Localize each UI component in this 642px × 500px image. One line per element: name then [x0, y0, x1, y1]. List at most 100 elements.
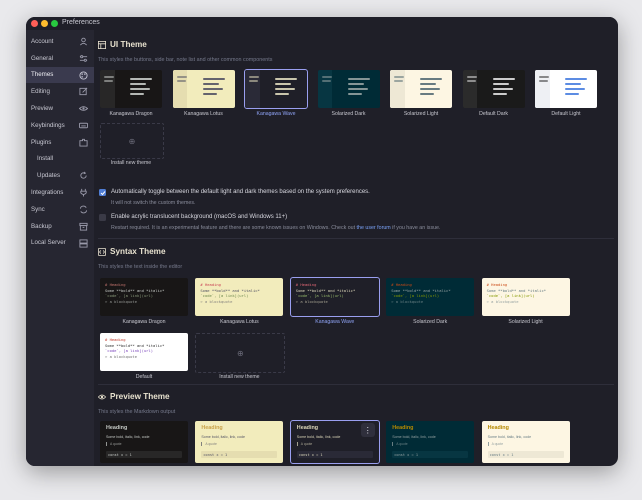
preview-theme-thumbnail[interactable]: Heading Some bold, italic, link, code A qu… — [289, 420, 380, 464]
ui-theme-thumbnail[interactable] — [462, 70, 525, 108]
preview-theme-thumbnail[interactable]: Heading Some bold, italic, link, code A qu… — [100, 421, 188, 463]
syntax-sample: # Heading Some **bold** and *italic* `code… — [296, 282, 355, 304]
sidebar-item-plugins[interactable]: Plugins — [26, 134, 94, 151]
thumbnail-bar — [492, 83, 509, 85]
zoom-window-button[interactable] — [51, 20, 58, 27]
sidebar-item-integrations[interactable]: Integrations — [26, 184, 94, 201]
sidebar-item-label: Sync — [31, 205, 45, 213]
sidebar-item-label: Updates — [37, 172, 61, 180]
preview-sample-heading: Heading — [201, 425, 223, 431]
sidebar-item-themes[interactable]: Themes — [26, 66, 94, 84]
syntax-theme-card[interactable]: # Heading Some **bold** and *italic* `code… — [195, 278, 284, 328]
syntax-theme-card[interactable]: # Heading Some **bold** and *italic* `code… — [386, 278, 475, 328]
preview-theme-heading: Preview Theme — [98, 392, 170, 401]
preview-sample-quote: A quote — [106, 442, 122, 446]
thumbnail-bar — [394, 80, 403, 82]
ui-theme-card[interactable]: Default Dark — [462, 70, 525, 120]
syntax-theme-card[interactable]: # Heading Some **bold** and *italic* `code… — [100, 333, 188, 383]
install-new-theme-label: Install new theme — [110, 160, 152, 166]
syntax-theme-card[interactable]: # Heading Some **bold** and *italic* `code… — [100, 278, 188, 328]
sidebar-item-sync[interactable]: Sync — [26, 201, 94, 218]
ui-theme-thumbnail[interactable] — [535, 70, 597, 108]
ui-theme-card[interactable]: Solarized Dark — [317, 70, 380, 120]
sidebar-item-updates[interactable]: Updates — [26, 167, 94, 184]
user-icon — [79, 37, 88, 46]
preview-theme-description: This styles the Markdown output — [98, 409, 176, 415]
puzzle-icon — [79, 138, 88, 147]
syntax-theme-name: Solarized Light — [508, 319, 543, 325]
preview-theme-card[interactable]: Heading Some bold, italic, link, code A qu… — [289, 420, 380, 466]
preview-theme-card[interactable]: Heading Some bold, italic, link, code A qu… — [481, 421, 570, 466]
preview-theme-card[interactable]: Heading Some bold, italic, link, code A qu… — [100, 421, 188, 466]
acrylic-note-text: Restart required. It is an experimental … — [111, 225, 357, 231]
themes-panel: UI Theme This styles the buttons, side b… — [94, 30, 618, 466]
more-options-button[interactable]: ⋮ — [360, 423, 375, 437]
ui-theme-card[interactable]: Solarized Light — [390, 70, 452, 120]
refresh-icon — [79, 171, 88, 180]
ui-theme-thumbnail[interactable] — [244, 69, 308, 109]
ui-theme-thumbnail[interactable] — [100, 70, 162, 108]
syntax-theme-thumbnail[interactable]: # Heading Some **bold** and *italic* `code… — [100, 278, 188, 316]
thumbnail-bar — [420, 78, 442, 80]
ui-theme-card[interactable]: Kanagawa Lotus — [172, 70, 235, 120]
auto-toggle-label: Automatically toggle between the default… — [111, 189, 370, 195]
thumbnail-bar — [565, 93, 579, 95]
preview-theme-card[interactable]: Heading Some bold, italic, link, code A qu… — [386, 421, 475, 466]
thumbnail-bar — [539, 80, 548, 82]
preview-theme-thumbnail[interactable]: Heading Some bold, italic, link, code A qu… — [481, 421, 570, 463]
auto-toggle-checkbox[interactable] — [99, 189, 106, 196]
syntax-theme-card[interactable]: # Heading Some **bold** and *italic* `code… — [481, 278, 570, 328]
syntax-theme-thumbnail[interactable]: # Heading Some **bold** and *italic* `code… — [289, 277, 380, 317]
syntax-theme-description: This styles the text inside the editor — [98, 264, 183, 270]
auto-toggle-setting[interactable]: Automatically toggle between the default… — [99, 189, 370, 196]
sidebar-item-account[interactable]: Account — [26, 33, 94, 50]
preview-sample-heading: Heading — [487, 425, 509, 431]
syntax-theme-thumbnail[interactable]: # Heading Some **bold** and *italic* `code… — [481, 278, 570, 316]
syntax-theme-thumbnail[interactable]: # Heading Some **bold** and *italic* `code… — [100, 333, 188, 371]
preview-theme-thumbnail[interactable]: Heading Some bold, italic, link, code A qu… — [386, 421, 475, 463]
preview-sample-heading: Heading — [106, 425, 128, 431]
syntax-theme-thumbnail[interactable]: # Heading Some **bold** and *italic* `code… — [386, 278, 475, 316]
section-divider — [98, 384, 614, 385]
sidebar-item-general[interactable]: General — [26, 50, 94, 67]
thumbnail-bar — [492, 78, 515, 80]
layout-icon — [98, 40, 106, 49]
sidebar-item-backup[interactable]: Backup — [26, 218, 94, 235]
install-new-syntax-theme-button[interactable]: ⊕ — [195, 333, 286, 373]
plus-icon: ⊕ — [237, 348, 244, 358]
window-title: Preferences — [62, 19, 100, 26]
close-window-button[interactable] — [31, 20, 38, 27]
ui-theme-card[interactable]: Kanagawa Wave — [244, 69, 308, 120]
install-new-ui-theme-button[interactable]: ⊕ — [100, 123, 164, 159]
preview-sample-heading: Heading — [296, 425, 319, 431]
thumbnail-bar — [347, 88, 368, 90]
preview-theme-thumbnail[interactable]: Heading Some bold, italic, link, code A qu… — [195, 421, 284, 463]
sidebar-item-editing[interactable]: Editing — [26, 83, 94, 100]
sample-line: > a blockquote — [391, 298, 424, 304]
ui-theme-description: This styles the buttons, side bar, note … — [98, 57, 273, 63]
sidebar-item-local-server[interactable]: Local Server — [26, 235, 94, 252]
ui-theme-card[interactable]: Kanagawa Dragon — [100, 70, 162, 120]
plus-icon: ⊕ — [128, 136, 136, 146]
thumbnail-bar — [565, 88, 585, 90]
acrylic-setting[interactable]: Enable acrylic translucent background (m… — [99, 214, 287, 221]
minimize-window-button[interactable] — [41, 20, 48, 27]
acrylic-checkbox[interactable] — [99, 214, 106, 221]
preview-sample-quote: A quote — [201, 442, 217, 446]
syntax-theme-thumbnail[interactable]: # Heading Some **bold** and *italic* `code… — [195, 278, 284, 316]
sample-line: > a blockquote — [486, 298, 519, 304]
checkmark-icon — [100, 190, 105, 195]
ui-theme-thumbnail[interactable] — [172, 70, 235, 108]
thumbnail-bar — [104, 80, 113, 82]
preview-sample-line: Some bold, italic, link, code — [296, 435, 341, 439]
preview-theme-card[interactable]: Heading Some bold, italic, link, code A qu… — [195, 421, 284, 466]
ui-theme-card[interactable]: Default Light — [535, 70, 597, 120]
sidebar-item-preview[interactable]: Preview — [26, 100, 94, 117]
sidebar-item-install[interactable]: Install — [26, 151, 94, 168]
thumbnail-bar — [202, 78, 225, 80]
user-forum-link[interactable]: the user forum — [357, 225, 391, 231]
syntax-theme-card[interactable]: # Heading Some **bold** and *italic* `code… — [289, 277, 380, 328]
ui-theme-thumbnail[interactable] — [317, 70, 380, 108]
sidebar-item-keybindings[interactable]: Keybindings — [26, 117, 94, 134]
ui-theme-thumbnail[interactable] — [390, 70, 452, 108]
